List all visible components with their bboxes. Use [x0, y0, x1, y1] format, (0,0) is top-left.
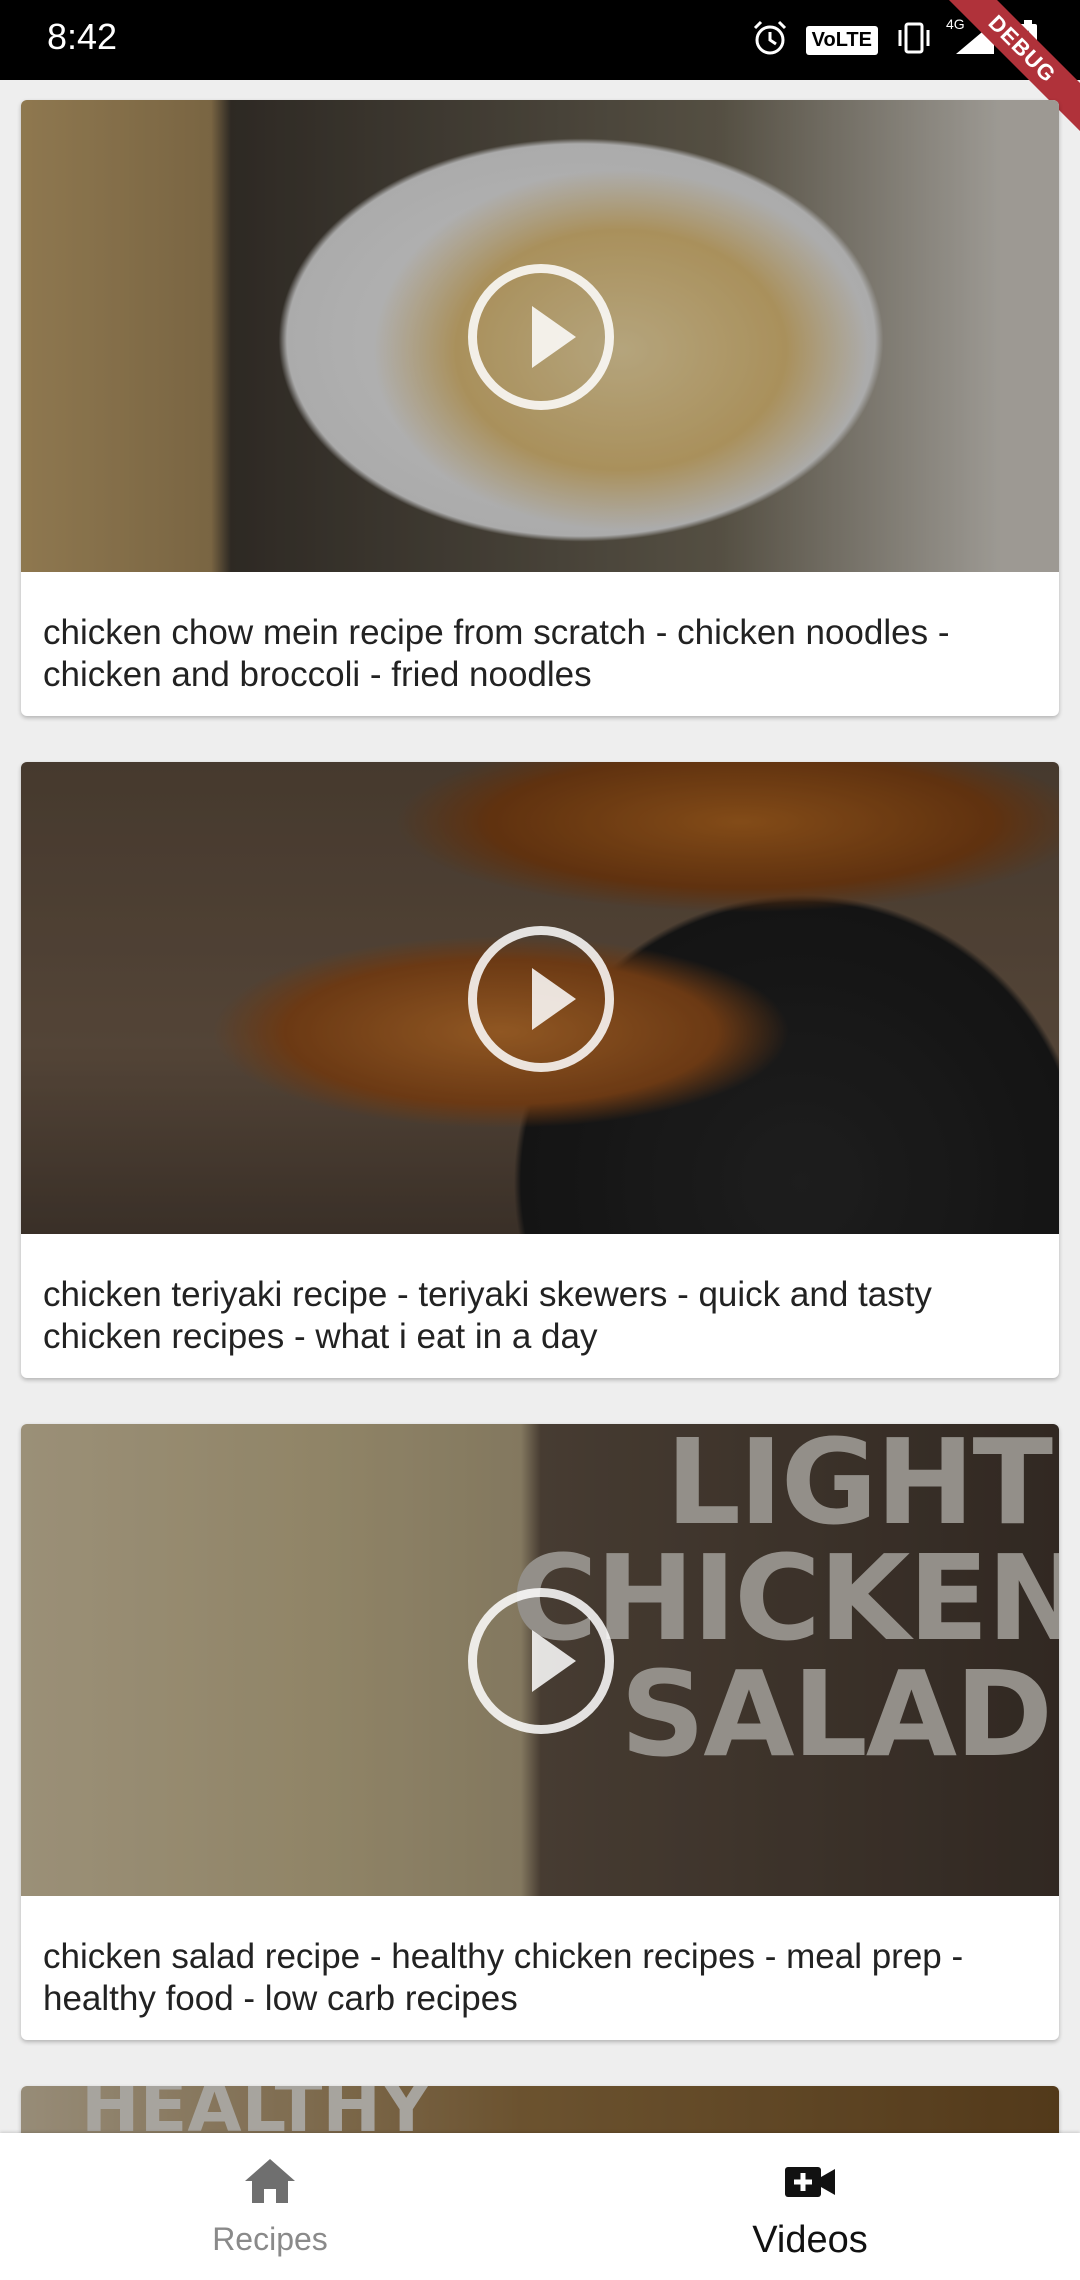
video-thumbnail[interactable] [21, 100, 1059, 572]
video-thumbnail[interactable]: LIGHT CHICKEN SALAD [21, 1424, 1059, 1896]
volte-badge: VoLTE [805, 25, 878, 55]
video-card[interactable]: LIGHT CHICKEN SALAD chicken salad recipe… [21, 1424, 1059, 2040]
play-icon[interactable] [468, 926, 614, 1072]
play-icon[interactable] [468, 264, 614, 410]
network-type: 4G [946, 16, 965, 32]
video-card[interactable]: chicken chow mein recipe from scratch - … [21, 100, 1059, 716]
video-add-icon [783, 2157, 837, 2205]
vibrate-icon [894, 18, 934, 62]
video-feed[interactable]: chicken chow mein recipe from scratch - … [0, 80, 1080, 2133]
alarm-icon [750, 18, 790, 62]
bottom-navigation: Recipes Videos [0, 2133, 1080, 2280]
video-title: chicken salad recipe - healthy chicken r… [43, 1937, 964, 2018]
video-thumbnail[interactable] [21, 762, 1059, 1234]
video-card[interactable]: chicken teriyaki recipe - teriyaki skewe… [21, 762, 1059, 1378]
play-icon[interactable] [468, 1588, 614, 1734]
video-title: chicken chow mein recipe from scratch - … [43, 613, 950, 694]
status-bar: 8:42 VoLTE 4G DEBUG [0, 0, 1080, 139]
nav-item-recipes[interactable]: Recipes [0, 2133, 540, 2280]
video-card[interactable]: HEALTHY [21, 2086, 1059, 2133]
home-icon [243, 2157, 297, 2205]
nav-label: Recipes [212, 2221, 328, 2257]
nav-label: Videos [752, 2219, 868, 2261]
status-time: 8:42 [47, 16, 118, 57]
video-title: chicken teriyaki recipe - teriyaki skewe… [43, 1275, 932, 1356]
nav-item-videos[interactable]: Videos [540, 2133, 1080, 2280]
video-thumbnail[interactable]: HEALTHY [21, 2086, 1059, 2133]
